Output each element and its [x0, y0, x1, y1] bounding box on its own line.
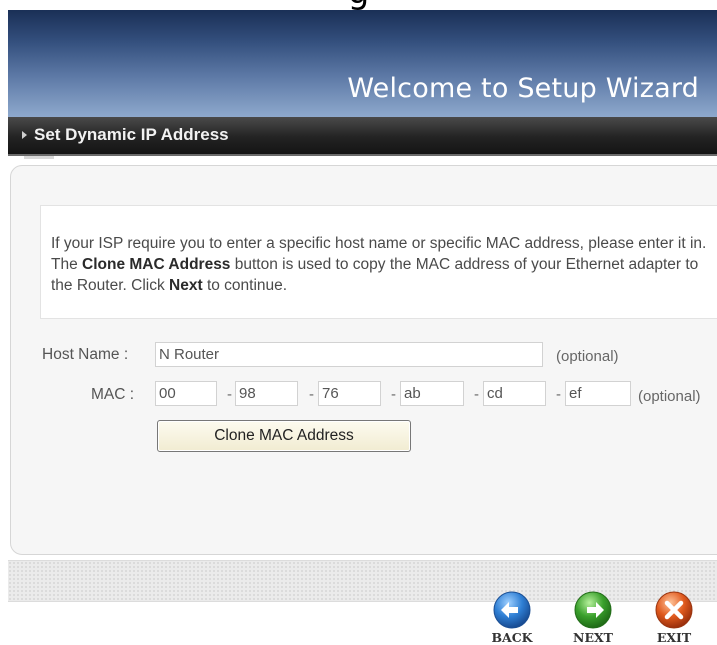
- section-header: Set Dynamic IP Address: [8, 117, 717, 156]
- mac-octet-1-input[interactable]: [155, 381, 217, 406]
- section-arrow-icon: [22, 131, 27, 139]
- page-heading-fragment: g: [0, 0, 717, 10]
- section-title: Set Dynamic IP Address: [34, 125, 229, 144]
- next-button[interactable]: NEXT: [563, 590, 623, 645]
- mac-octet-6-input[interactable]: [565, 381, 631, 406]
- next-arrow-icon: [574, 591, 612, 629]
- mac-label: MAC :: [91, 386, 135, 403]
- tab-notch: [24, 156, 54, 159]
- banner-title: Welcome to Setup Wizard: [347, 73, 699, 104]
- info-text: If your ISP require you to enter a speci…: [51, 233, 717, 296]
- mac-separator: -: [309, 386, 314, 403]
- clone-mac-address-button[interactable]: Clone MAC Address: [157, 420, 411, 452]
- back-button[interactable]: BACK: [482, 590, 542, 645]
- mac-octet-3-input[interactable]: [318, 381, 381, 406]
- exit-button[interactable]: EXIT: [644, 590, 704, 645]
- mac-octet-2-input[interactable]: [235, 381, 298, 406]
- mac-separator: -: [227, 386, 232, 403]
- mac-octet-4-input[interactable]: [400, 381, 464, 406]
- back-arrow-icon: [493, 591, 531, 629]
- host-name-input[interactable]: [155, 342, 543, 367]
- mac-optional: (optional): [638, 388, 701, 405]
- mac-separator: -: [391, 386, 396, 403]
- host-name-optional: (optional): [556, 348, 619, 365]
- wizard-banner: Welcome to Setup Wizard: [8, 10, 717, 117]
- info-text-part3: to continue.: [202, 277, 288, 294]
- host-name-label: Host Name :: [42, 346, 129, 363]
- info-text-clone-bold: Clone MAC Address: [82, 256, 231, 273]
- exit-x-icon: [655, 591, 693, 629]
- mac-separator: -: [474, 386, 479, 403]
- info-box: If your ISP require you to enter a speci…: [40, 205, 717, 319]
- mac-octet-5-input[interactable]: [483, 381, 546, 406]
- mac-separator: -: [556, 386, 561, 403]
- info-text-next-bold: Next: [169, 277, 203, 294]
